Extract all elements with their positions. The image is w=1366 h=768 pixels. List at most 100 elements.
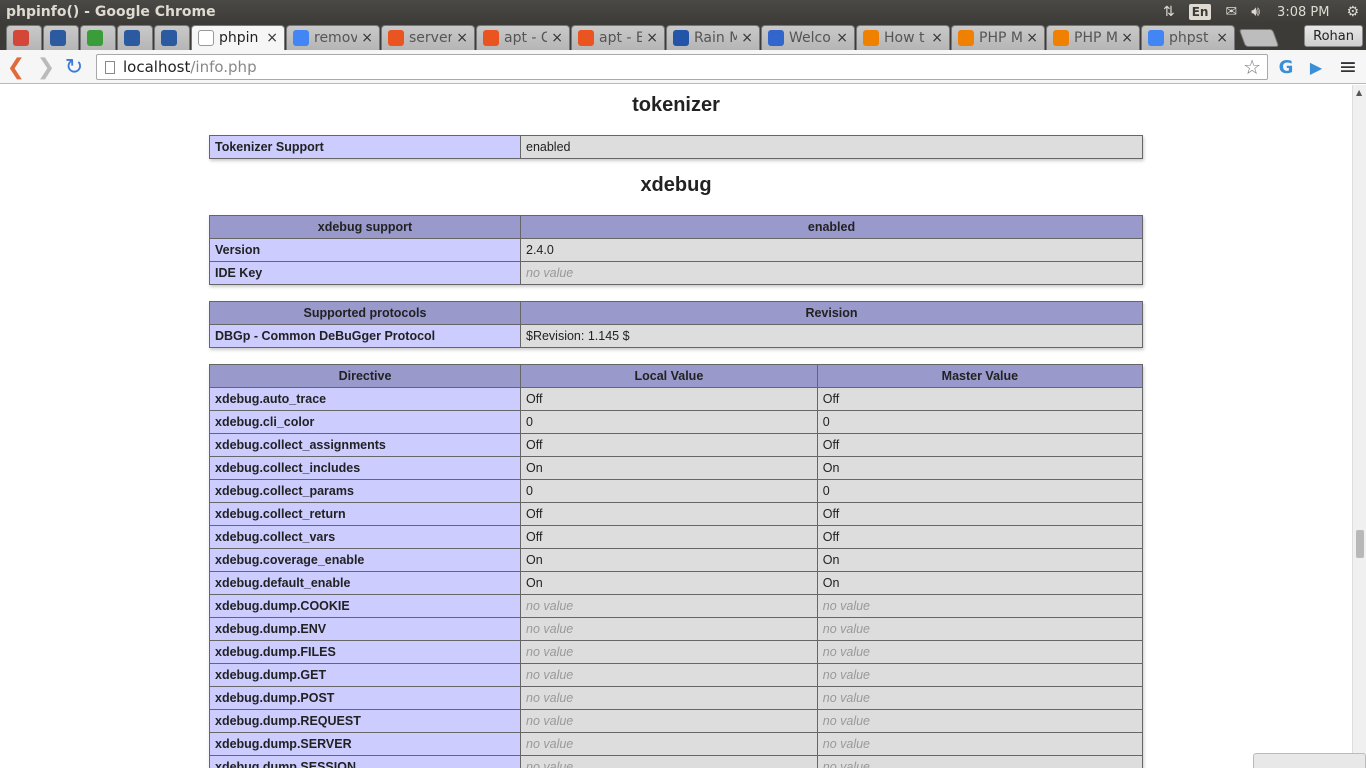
tab-label: How t — [884, 30, 925, 46]
browser-tab[interactable] — [80, 25, 116, 50]
master-value: Off — [816, 433, 1144, 457]
table-row: xdebug.dump.FILES no value no value — [209, 640, 1144, 664]
reload-icon[interactable]: ↻ — [62, 55, 86, 80]
tokenizer-heading: tokenizer — [632, 94, 720, 116]
close-icon[interactable]: × — [836, 30, 848, 46]
local-value: no value — [520, 640, 818, 664]
close-icon[interactable]: × — [646, 30, 658, 46]
download-shelf-tab[interactable] — [1253, 753, 1366, 768]
table-row: xdebug.default_enable On On — [209, 571, 1144, 595]
browser-tab[interactable]: Rain M × — [666, 25, 760, 50]
table-row: xdebug.cli_color 0 0 — [209, 410, 1144, 434]
master-value: no value — [816, 663, 1144, 687]
browser-tab[interactable] — [154, 25, 190, 50]
mail-icon[interactable]: ✉ — [1218, 0, 1244, 24]
master-value: no value — [816, 709, 1144, 733]
sublime-icon — [863, 30, 879, 46]
volume-icon[interactable]: 🔊︎ — [1244, 0, 1267, 24]
browser-tab[interactable] — [117, 25, 153, 50]
browser-tab[interactable] — [6, 25, 42, 50]
directive-name: xdebug.coverage_enable — [209, 548, 521, 572]
master-value: no value — [816, 755, 1144, 768]
askubuntu-icon — [388, 30, 404, 46]
tab-label: remov — [314, 30, 358, 46]
table-row: IDE Key no value — [209, 261, 1143, 285]
new-tab-button[interactable] — [1238, 29, 1280, 47]
browser-tab[interactable]: remov × — [286, 25, 380, 50]
scroll-up-arrow-icon[interactable]: ▲ — [1356, 88, 1362, 97]
askubuntu-icon — [578, 30, 594, 46]
profile-button[interactable]: Rohan — [1304, 25, 1363, 47]
close-icon[interactable]: × — [1216, 30, 1228, 46]
page-icon — [198, 30, 214, 46]
close-icon[interactable]: × — [931, 30, 943, 46]
tab-label: apt - C — [504, 30, 548, 46]
tab-label: Welco — [789, 30, 831, 46]
keyboard-language-indicator[interactable]: En — [1182, 0, 1219, 24]
extension-play-icon[interactable]: ▶ — [1304, 55, 1328, 79]
address-bar[interactable]: localhost/info.php ☆ — [96, 54, 1268, 80]
browser-tab[interactable]: server × — [381, 25, 475, 50]
close-icon[interactable]: × — [551, 30, 563, 46]
gmail-icon — [13, 30, 29, 46]
browser-tab[interactable]: phpst × — [1141, 25, 1235, 50]
jenkins-icon — [124, 30, 140, 46]
table-row: Version 2.4.0 — [209, 238, 1143, 262]
bookmark-star-icon[interactable]: ☆ — [1243, 55, 1261, 79]
browser-toolbar: ❮ ❯ ↻ localhost/info.php ☆ G ▶ ≡ — [0, 50, 1366, 84]
sublime-icon — [958, 30, 974, 46]
table-header: Directive — [209, 364, 521, 388]
table-value: no value — [520, 261, 1143, 285]
vertical-scrollbar[interactable]: ▲ — [1352, 85, 1366, 768]
scrollbar-thumb[interactable] — [1356, 530, 1364, 558]
tab-label: PHP M — [1074, 30, 1118, 46]
table-row: xdebug.dump.ENV no value no value — [209, 617, 1144, 641]
local-value: no value — [520, 755, 818, 768]
table-row: xdebug.dump.POST no value no value — [209, 686, 1144, 710]
url-host: localhost — [123, 58, 191, 76]
table-value: 2.4.0 — [520, 238, 1143, 262]
table-key: Tokenizer Support — [209, 135, 521, 159]
settings-gear-icon[interactable]: ⚙ — [1339, 0, 1366, 24]
table-value: $Revision: 1.145 $ — [520, 324, 1143, 348]
clock[interactable]: 3:08 PM — [1267, 0, 1339, 24]
directive-name: xdebug.collect_vars — [209, 525, 521, 549]
master-value: no value — [816, 640, 1144, 664]
back-arrow-icon[interactable]: ❮ — [4, 55, 28, 80]
page-icon — [105, 60, 115, 74]
local-value: no value — [520, 617, 818, 641]
master-value: no value — [816, 594, 1144, 618]
browser-tab[interactable]: apt - E × — [571, 25, 665, 50]
master-value: 0 — [816, 410, 1144, 434]
browser-tab[interactable]: Welco × — [761, 25, 855, 50]
browser-tab[interactable]: apt - C × — [476, 25, 570, 50]
window-title: phpinfo() - Google Chrome — [6, 4, 216, 20]
jenkins-icon — [50, 30, 66, 46]
browser-tab[interactable]: PHP M × — [951, 25, 1045, 50]
close-icon[interactable]: × — [1026, 30, 1038, 46]
tab-label: Rain M — [694, 30, 738, 46]
close-icon[interactable]: × — [266, 30, 278, 46]
forward-arrow-icon[interactable]: ❯ — [34, 55, 58, 80]
browser-tab[interactable]: How t × — [856, 25, 950, 50]
master-value: no value — [816, 686, 1144, 710]
network-updown-icon[interactable]: ⇅ — [1156, 0, 1182, 24]
table-row: xdebug.collect_return Off Off — [209, 502, 1144, 526]
grammarly-extension-icon[interactable]: G — [1274, 55, 1298, 79]
master-value: Off — [816, 525, 1144, 549]
browser-tab[interactable]: PHP M × — [1046, 25, 1140, 50]
close-icon[interactable]: × — [1121, 30, 1133, 46]
table-row: xdebug.dump.SERVER no value no value — [209, 732, 1144, 756]
browser-tab[interactable]: phpin × — [191, 25, 285, 50]
close-icon[interactable]: × — [361, 30, 373, 46]
tab-label: phpst — [1169, 30, 1209, 46]
close-icon[interactable]: × — [456, 30, 468, 46]
close-icon[interactable]: × — [741, 30, 753, 46]
menu-hamburger-icon[interactable]: ≡ — [1336, 55, 1360, 80]
local-value: no value — [520, 686, 818, 710]
jenkins-icon — [161, 30, 177, 46]
tab-label: apt - E — [599, 30, 643, 46]
browser-tab[interactable] — [43, 25, 79, 50]
tokenizer-table: Tokenizer Support enabled — [209, 135, 1143, 159]
local-value: 0 — [520, 479, 818, 503]
